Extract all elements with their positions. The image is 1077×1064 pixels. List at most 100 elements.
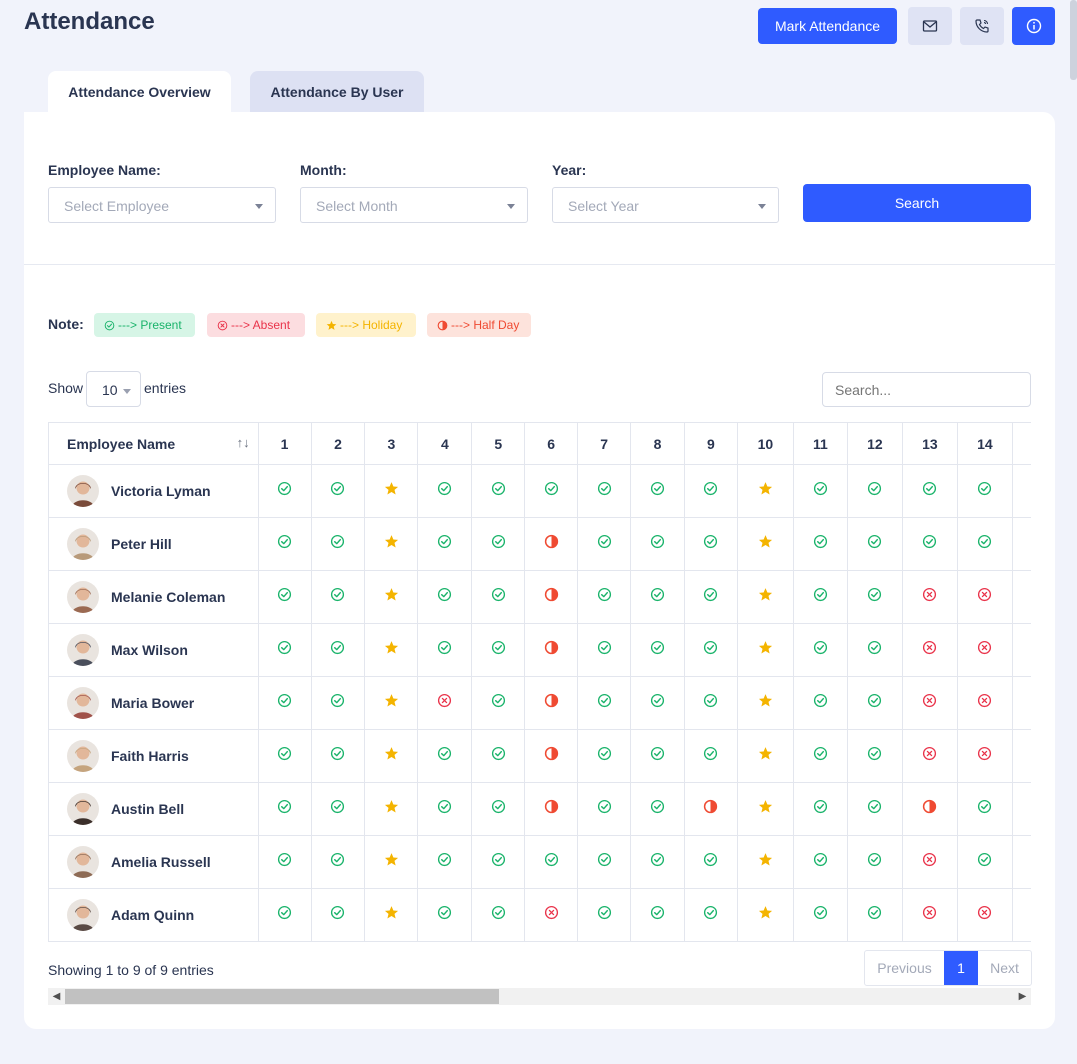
attendance-cell — [684, 888, 738, 942]
month-label: Month: — [300, 162, 347, 178]
check-circle-icon — [867, 852, 882, 867]
attendance-cell — [257, 623, 312, 677]
attendance-cell — [471, 464, 526, 518]
employee-name[interactable]: Adam Quinn — [111, 907, 194, 923]
check-circle-icon — [544, 852, 559, 867]
employee: Austin Bell — [67, 793, 258, 825]
check-circle-icon — [703, 905, 718, 920]
employee-select[interactable]: Select Employee — [48, 187, 276, 223]
check-circle-icon — [277, 905, 292, 920]
attendance-cell — [630, 676, 685, 730]
attendance-cell — [364, 835, 419, 889]
scrollbar-thumb[interactable] — [65, 989, 499, 1004]
attendance-cell — [310, 623, 366, 677]
next-page-button[interactable]: Next — [978, 951, 1031, 985]
day-header-5: 5 — [471, 422, 526, 465]
attendance-cell — [846, 570, 903, 624]
sort-icon[interactable]: ↑↓ — [237, 435, 250, 450]
day-header-9: 9 — [684, 422, 738, 465]
info-button[interactable] — [1012, 7, 1055, 45]
x-circle-icon — [977, 587, 992, 602]
check-circle-icon — [650, 905, 665, 920]
half-circle-icon — [544, 746, 559, 761]
attendance-cell — [257, 517, 312, 571]
tab-attendance-overview[interactable]: Attendance Overview — [48, 71, 231, 112]
attendance-cell — [901, 835, 958, 889]
mark-attendance-button[interactable]: Mark Attendance — [758, 8, 897, 44]
attendance-cell — [577, 570, 632, 624]
x-circle-icon — [922, 746, 937, 761]
page-length-select[interactable]: 10 — [86, 371, 141, 407]
avatar — [67, 846, 99, 878]
vertical-scrollbar[interactable] — [1070, 0, 1077, 1064]
mail-button[interactable] — [908, 7, 952, 45]
check-circle-icon — [867, 587, 882, 602]
employee-name[interactable]: Maria Bower — [111, 695, 194, 711]
attendance-cell — [630, 623, 685, 677]
attendance-cell — [736, 888, 794, 942]
attendance-cell — [792, 782, 848, 836]
x-circle-icon — [217, 320, 228, 331]
scroll-right-icon[interactable]: ▶ — [1014, 988, 1031, 1005]
employee-name[interactable]: Melanie Coleman — [111, 589, 225, 605]
scroll-left-icon[interactable]: ◀ — [48, 988, 65, 1005]
check-circle-icon — [437, 640, 452, 655]
search-button[interactable]: Search — [803, 184, 1031, 222]
employee-name[interactable]: Amelia Russell — [111, 854, 211, 870]
attendance-cell — [1011, 729, 1031, 783]
table-header-row: Employee Name ↑↓ 123456789101112131415 — [48, 422, 1031, 465]
month-select[interactable]: Select Month — [300, 187, 528, 223]
attendance-cell — [684, 464, 738, 518]
check-circle-icon — [597, 746, 612, 761]
x-circle-icon — [977, 640, 992, 655]
check-circle-icon — [867, 905, 882, 920]
attendance-cell — [310, 835, 366, 889]
check-circle-icon — [330, 640, 345, 655]
check-circle-icon — [277, 799, 292, 814]
table-search-input[interactable] — [822, 372, 1031, 407]
check-circle-icon — [703, 587, 718, 602]
phone-button[interactable] — [960, 7, 1004, 45]
attendance-cell — [524, 570, 579, 624]
check-circle-icon — [330, 587, 345, 602]
attendance-table: Employee Name ↑↓ 123456789101112131415 V… — [48, 422, 1031, 942]
vertical-scrollbar-thumb[interactable] — [1070, 0, 1077, 80]
attendance-cell — [577, 782, 632, 836]
employee: Amelia Russell — [67, 846, 258, 878]
employee-name[interactable]: Faith Harris — [111, 748, 189, 764]
employee-name[interactable]: Max Wilson — [111, 642, 188, 658]
legend-absent-badge: ---> Absent — [207, 313, 305, 337]
x-circle-icon — [544, 905, 559, 920]
check-circle-icon — [597, 693, 612, 708]
page-1-button[interactable]: 1 — [944, 951, 978, 985]
half-circle-icon — [544, 640, 559, 655]
employee-name-header[interactable]: Employee Name ↑↓ — [48, 422, 259, 465]
attendance-cell — [310, 517, 366, 571]
check-circle-icon — [703, 852, 718, 867]
attendance-cell — [956, 464, 1013, 518]
check-circle-icon — [977, 852, 992, 867]
check-circle-icon — [703, 534, 718, 549]
employee-name[interactable]: Peter Hill — [111, 536, 172, 552]
attendance-cell — [524, 835, 579, 889]
year-select[interactable]: Select Year — [552, 187, 779, 223]
employee-cell: Melanie Coleman — [48, 570, 259, 624]
employee-name[interactable]: Austin Bell — [111, 801, 184, 817]
check-circle-icon — [597, 905, 612, 920]
attendance-cell — [684, 570, 738, 624]
check-circle-icon — [813, 799, 828, 814]
tab-attendance-by-user[interactable]: Attendance By User — [250, 71, 424, 112]
employee-name[interactable]: Victoria Lyman — [111, 483, 211, 499]
check-circle-icon — [867, 799, 882, 814]
show-label: Show — [48, 380, 84, 396]
legend-half-day-text: ---> Half Day — [451, 318, 520, 332]
employee: Faith Harris — [67, 740, 258, 772]
attendance-cell — [310, 464, 366, 518]
check-circle-icon — [277, 481, 292, 496]
attendance-cell — [901, 517, 958, 571]
check-circle-icon — [813, 481, 828, 496]
previous-page-button[interactable]: Previous — [865, 951, 944, 985]
horizontal-scrollbar[interactable]: ◀ ▶ — [48, 988, 1031, 1005]
star-icon — [758, 640, 773, 655]
chevron-down-icon — [255, 204, 263, 209]
